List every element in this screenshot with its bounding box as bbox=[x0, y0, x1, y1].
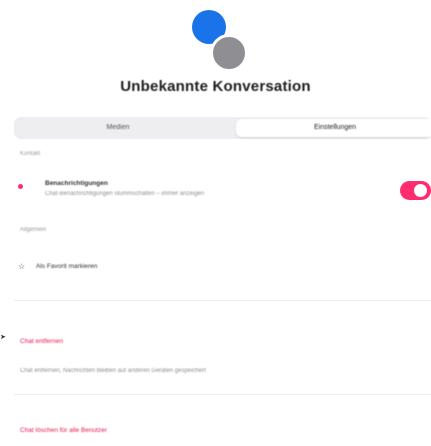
page-title: Unbekannte Konversation bbox=[120, 78, 311, 95]
notifications-title: Benachrichtigungen bbox=[45, 180, 108, 187]
leave-chat-button[interactable]: Chat löschen für alle Benutzer bbox=[20, 427, 107, 434]
notifications-subtitle: Chat-Benachrichtigungen stummschalten – … bbox=[45, 191, 205, 197]
tab-media[interactable]: Medien bbox=[14, 117, 222, 139]
notifications-toggle[interactable] bbox=[400, 181, 431, 200]
tab-settings[interactable]: Einstellungen bbox=[236, 119, 431, 137]
section-label-general: Allgemein bbox=[20, 227, 47, 233]
section-label-contact: Kontakt bbox=[20, 151, 41, 157]
toggle-knob bbox=[414, 184, 427, 197]
favorite-row[interactable]: Als Favorit markieren bbox=[36, 263, 97, 270]
avatar-secondary-circle bbox=[210, 34, 248, 72]
delete-chat-hint: Chat entfernen, Nachrichten bleiben auf … bbox=[20, 368, 206, 374]
divider bbox=[14, 300, 431, 301]
unread-dot-icon bbox=[18, 184, 23, 189]
segmented-control: Medien Einstellungen bbox=[14, 117, 431, 139]
star-icon: ☆ bbox=[18, 262, 26, 271]
divider bbox=[14, 394, 431, 395]
conversation-avatar bbox=[190, 8, 252, 72]
cursor-pointer-icon: ➤ bbox=[0, 334, 6, 341]
delete-chat-button[interactable]: Chat entfernen bbox=[20, 338, 63, 345]
